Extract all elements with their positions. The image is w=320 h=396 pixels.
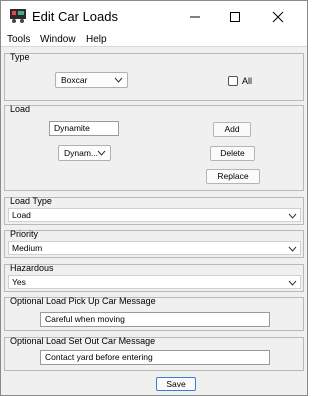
pickup-message-legend: Optional Load Pick Up Car Message: [10, 296, 156, 306]
replace-button[interactable]: Replace: [206, 169, 260, 184]
chevron-down-icon: [288, 213, 297, 219]
priority-select[interactable]: Medium: [8, 241, 301, 255]
close-icon: [272, 11, 284, 22]
priority-value: Medium: [12, 243, 43, 253]
hazardous-value: Yes: [12, 277, 26, 287]
load-type-legend: Load Type: [10, 196, 52, 206]
type-select-value: Boxcar: [61, 75, 88, 85]
setout-message-group: Optional Load Set Out Car Message Contac…: [4, 337, 304, 371]
setout-message-input[interactable]: Contact yard before entering: [40, 350, 270, 365]
edit-car-loads-window: Edit Car Loads Tools Window Help Type Bo…: [0, 0, 308, 396]
load-select-value: Dynam...: [64, 148, 99, 158]
minimize-button[interactable]: [176, 1, 214, 32]
setout-message-legend: Optional Load Set Out Car Message: [10, 336, 156, 346]
pickup-message-group: Optional Load Pick Up Car Message Carefu…: [4, 297, 304, 331]
type-group: Type Boxcar All: [4, 53, 304, 101]
load-select[interactable]: Dynam...: [58, 145, 111, 161]
close-button[interactable]: [259, 1, 297, 32]
chevron-down-icon: [288, 280, 297, 286]
load-type-group: Load Type Load: [4, 197, 304, 225]
minimize-icon: [190, 16, 200, 17]
menu-tools[interactable]: Tools: [7, 34, 30, 45]
train-car-icon: [10, 9, 26, 23]
add-button[interactable]: Add: [213, 122, 251, 137]
chevron-down-icon: [97, 150, 106, 156]
menu-window[interactable]: Window: [40, 34, 76, 45]
menu-bar: Tools Window Help: [1, 32, 307, 47]
priority-group: Priority Medium: [4, 230, 304, 258]
hazardous-group: Hazardous Yes: [4, 264, 304, 292]
menu-help[interactable]: Help: [86, 34, 107, 45]
pickup-message-value: Careful when moving: [45, 314, 125, 324]
type-select[interactable]: Boxcar: [55, 72, 128, 88]
chevron-down-icon: [288, 246, 297, 252]
type-legend: Type: [10, 52, 30, 62]
window-title: Edit Car Loads: [32, 9, 118, 24]
load-legend: Load: [10, 104, 31, 114]
priority-legend: Priority: [10, 229, 39, 239]
hazardous-legend: Hazardous: [10, 263, 54, 273]
maximize-icon: [230, 11, 240, 22]
pickup-message-input[interactable]: Careful when moving: [40, 312, 270, 327]
load-type-select[interactable]: Load: [8, 208, 301, 222]
load-name-value: Dynamite: [54, 123, 90, 133]
chevron-down-icon: [114, 77, 123, 83]
hazardous-select[interactable]: Yes: [8, 275, 301, 289]
load-group: Load Dynamite Add Dynam... Delete Replac…: [4, 105, 304, 191]
title-bar: Edit Car Loads: [1, 1, 307, 32]
all-label: All: [242, 76, 253, 86]
all-checkbox[interactable]: [228, 76, 238, 86]
save-button[interactable]: Save: [156, 377, 196, 391]
maximize-button[interactable]: [216, 1, 254, 32]
delete-button[interactable]: Delete: [210, 146, 255, 161]
load-name-input[interactable]: Dynamite: [49, 121, 119, 136]
setout-message-value: Contact yard before entering: [45, 352, 153, 362]
load-type-value: Load: [12, 210, 31, 220]
